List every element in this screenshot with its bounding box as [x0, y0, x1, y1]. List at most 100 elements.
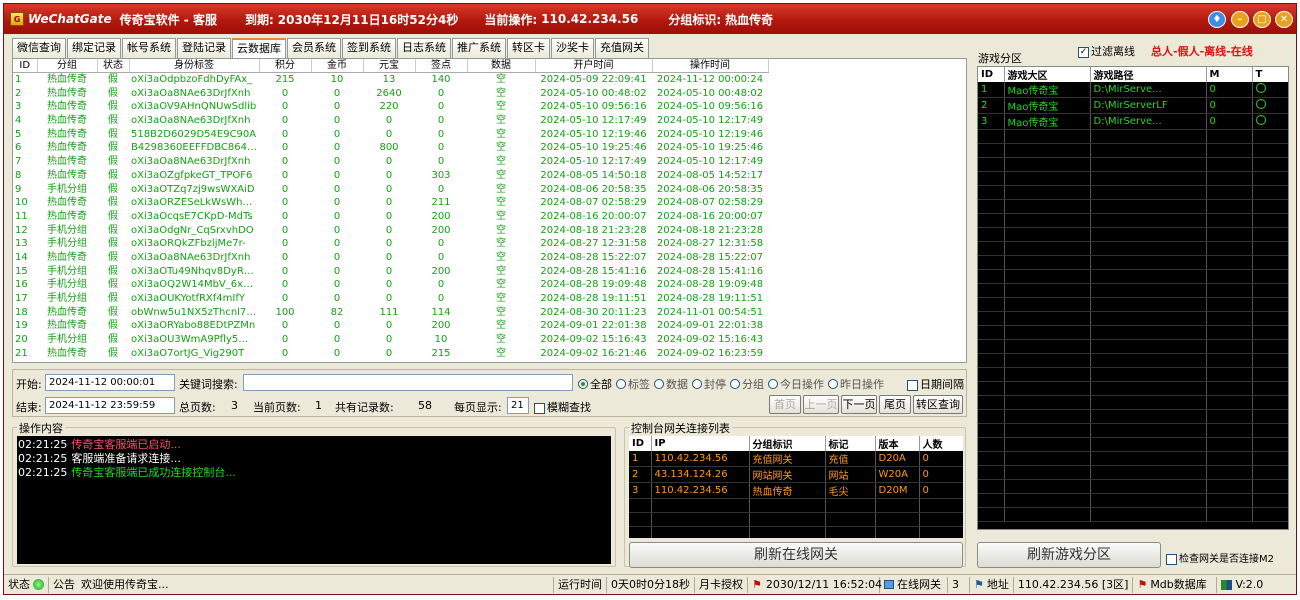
- last-page-button[interactable]: 尾页: [879, 395, 911, 414]
- grid-column-header[interactable]: 元宝: [363, 59, 416, 74]
- minimize-button[interactable]: –: [1231, 11, 1249, 28]
- table-cell: 0: [385, 156, 393, 168]
- prev-page-button[interactable]: 上一页: [803, 395, 839, 414]
- zone-row[interactable]: 2 Mao传奇宝 D:\MirServerLF 0: [978, 97, 1288, 114]
- tab-10[interactable]: 沙奖卡: [551, 38, 594, 58]
- table-row[interactable]: 19 热血传奇 假 oXi3aORYabo88EDtPZMn 0 0 0 200 空 2024-0…: [13, 319, 768, 333]
- grid-column-header[interactable]: 金币: [311, 59, 364, 74]
- table-cell: 800: [379, 142, 399, 154]
- table-row[interactable]: 13 手机分组 假 oXi3aORQkZFbzljMe7r- 0 0 0 0 空 2024-08-…: [13, 237, 768, 251]
- log-title: 操作内容: [17, 420, 65, 436]
- table-row[interactable]: 18 热血传奇 假 obWnw5u1NX5zThcnl7Tw 100 82 111 114 空 2…: [13, 305, 768, 319]
- tab-1[interactable]: 绑定记录: [67, 38, 121, 58]
- gateway-column-header[interactable]: 分组标识: [749, 436, 826, 451]
- tab-3[interactable]: 登陆记录: [177, 38, 231, 58]
- tab-6[interactable]: 签到系统: [342, 38, 396, 58]
- table-cell: 2024-05-10 00:48:02: [656, 87, 764, 99]
- first-page-button[interactable]: 首页: [769, 395, 801, 414]
- table-row[interactable]: 7 热血传奇 假 oXi3aOa8NAe63DrJfXnh 0 0 0 0 空 2024-05-1…: [13, 155, 768, 169]
- grid-column-header[interactable]: 数据: [467, 59, 536, 74]
- filter-radio-2[interactable]: 数据: [654, 376, 688, 392]
- tab-5[interactable]: 会员系统: [287, 38, 341, 58]
- table-cell: 0: [333, 265, 341, 277]
- grid-column-header[interactable]: 操作时间: [652, 59, 769, 74]
- table-row[interactable]: 5 热血传奇 假 518B2D6029D54E9C90A 0 0 0 0 空 2024-05-10…: [13, 127, 768, 141]
- per-page-input[interactable]: 21: [507, 397, 529, 414]
- filter-radio-0[interactable]: 全部: [578, 376, 612, 392]
- gateway-row[interactable]: 2 43.134.124.26 网站网关 网站 W20A 0: [629, 466, 963, 483]
- tab-0[interactable]: 微信查询: [12, 38, 66, 58]
- table-row[interactable]: 3 热血传奇 假 oXi3aOV9AHnQNUwSdlib 0 0 220 0 空 2024-05…: [13, 100, 768, 114]
- zone-row[interactable]: 1 Mao传奇宝 D:\MirServe... 0: [978, 82, 1288, 98]
- table-row[interactable]: 1 热血传奇 假 oXi3aOdpbzoFdhDyFAx_ 215 10 13 140 空 202…: [13, 73, 768, 87]
- end-date-input[interactable]: 2024-11-12 23:59:59: [45, 397, 175, 414]
- grid-column-header[interactable]: 分组: [37, 59, 98, 74]
- records-value: 58: [418, 399, 432, 412]
- gateway-column-header[interactable]: ID: [629, 436, 652, 451]
- next-page-button[interactable]: 下一页: [841, 395, 877, 414]
- close-button[interactable]: ✕: [1275, 11, 1293, 28]
- keyword-input[interactable]: [243, 374, 573, 391]
- table-row[interactable]: 8 热血传奇 假 oXi3aOZgfpkeGT_TPOF6 0 0 0 303 空 2024-08…: [13, 169, 768, 183]
- gateway-row[interactable]: 3 110.42.234.56 热血传奇 毛尖 D20M 0: [629, 482, 963, 499]
- refresh-gateway-button[interactable]: 刷新在线网关: [629, 542, 963, 568]
- title-bar: G WeChatGate 传奇宝软件 - 客服 到期: 2030年12月11日1…: [4, 4, 1296, 34]
- gateway-column-header[interactable]: 标记: [825, 436, 876, 451]
- tab-7[interactable]: 日志系统: [397, 38, 451, 58]
- gateway-column-header[interactable]: 人数: [919, 436, 963, 451]
- check-gateway-checkbox[interactable]: 检查网关是否连接M2: [1166, 550, 1274, 565]
- table-row[interactable]: 2 热血传奇 假 oXi3aOa8NAe63DrJfXnh 0 0 2640 0 空 2024-0…: [13, 86, 768, 100]
- table-row[interactable]: 16 手机分组 假 oXi3aOQ2W14MbV_6xh82 0 0 0 0 空 2024-08-…: [13, 278, 768, 292]
- grid-column-header[interactable]: 身份标签: [129, 59, 260, 74]
- gateway-row[interactable]: 1 110.42.234.56 充值网关 充值 D20A 0: [629, 451, 963, 467]
- filter-radio-1[interactable]: 标签: [616, 376, 650, 392]
- filter-radio-5[interactable]: 今日操作: [768, 376, 824, 392]
- table-row[interactable]: 9 手机分组 假 oXi3aOTZq7zj9wsWXAiD 0 0 0 0 空 2024-08-0…: [13, 182, 768, 196]
- table-cell: 假: [108, 101, 118, 113]
- table-row[interactable]: 11 热血传奇 假 oXi3aOcqsE7CKpD-MdTs 0 0 0 200 空 2024-0…: [13, 210, 768, 224]
- grid-column-header[interactable]: 签点: [415, 59, 468, 74]
- grid-column-header[interactable]: 积分: [259, 59, 312, 74]
- tab-9[interactable]: 转区卡: [507, 38, 550, 58]
- table-row[interactable]: 10 热血传奇 假 oXi3aORZESeLkWsWh_N3 0 0 0 211 空 2024-0…: [13, 196, 768, 210]
- zone-column-header[interactable]: M: [1206, 67, 1253, 82]
- skin-icon[interactable]: ♦: [1208, 11, 1226, 28]
- tab-2[interactable]: 帐号系统: [122, 38, 176, 58]
- table-row[interactable]: 17 手机分组 假 oXi3aOUKYotfRXf4mIfY 0 0 0 0 空 2024-08-…: [13, 292, 768, 306]
- filter-radio-4[interactable]: 分组: [730, 376, 764, 392]
- tab-8[interactable]: 推广系统: [452, 38, 506, 58]
- zone-column-header[interactable]: 游戏路径: [1090, 67, 1207, 82]
- tab-11[interactable]: 充值网关: [595, 38, 649, 58]
- gateway-column-header[interactable]: IP: [651, 436, 750, 451]
- grid-column-header[interactable]: 状态: [97, 59, 130, 74]
- refresh-zones-button[interactable]: 刷新游戏分区: [977, 542, 1161, 568]
- fuzzy-search-checkbox[interactable]: 模糊查找: [534, 399, 591, 415]
- grid-column-header[interactable]: ID: [13, 59, 38, 74]
- table-cell: 0: [333, 224, 341, 236]
- table-cell: 303: [431, 169, 451, 181]
- table-row[interactable]: 14 热血传奇 假 oXi3aOa8NAe63DrJfXnh 0 0 0 0 空 2024-08-…: [13, 251, 768, 265]
- filter-radio-3[interactable]: 封停: [692, 376, 726, 392]
- gateway-cell: 充值网关: [749, 451, 826, 467]
- zone-column-header[interactable]: T: [1252, 67, 1288, 82]
- table-row[interactable]: 20 手机分组 假 oXi3aOU3WmA9Pfly5Wz9 0 0 0 10 空 2024-09…: [13, 333, 768, 347]
- zone-cell: Mao传奇宝: [1004, 113, 1091, 130]
- table-row[interactable]: 4 热血传奇 假 oXi3aOa8NAe63DrJfXnh 0 0 0 0 空 2024-05-1…: [13, 114, 768, 128]
- grid-column-header[interactable]: 开户时间: [535, 59, 653, 74]
- filter-offline-checkbox[interactable]: ✓ 过滤离线: [1078, 43, 1135, 59]
- table-row[interactable]: 12 手机分组 假 oXi3aOdgNr_CqSrxvhDO 0 0 0 200 空 2024-0…: [13, 223, 768, 237]
- table-row[interactable]: 6 热血传奇 假 B4298360EEFFDBC86483 0 0 800 0 空 2024-05…: [13, 141, 768, 155]
- zone-column-header[interactable]: 游戏大区: [1004, 67, 1091, 82]
- zone-column-header[interactable]: ID: [978, 67, 1005, 82]
- maximize-button[interactable]: □: [1253, 11, 1271, 28]
- tab-4[interactable]: 云数据库: [232, 38, 286, 58]
- date-interval-checkbox[interactable]: 日期间隔: [907, 376, 964, 392]
- table-row[interactable]: 21 热血传奇 假 oXi3aO7ortJG_Vig290T 0 0 0 215 空 2024-0…: [13, 346, 768, 360]
- zone-query-button[interactable]: 转区查询: [913, 395, 963, 414]
- gateway-column-header[interactable]: 版本: [875, 436, 920, 451]
- filter-radio-6[interactable]: 昨日操作: [828, 376, 884, 392]
- table-row[interactable]: 15 手机分组 假 oXi3aOTu49Nhqv8DyROY 0 0 0 200 空 2024-0…: [13, 264, 768, 278]
- start-date-input[interactable]: 2024-11-12 00:00:01: [45, 374, 175, 391]
- table-cell: 假: [108, 320, 118, 332]
- zone-row[interactable]: 3 Mao传奇宝 D:\MirServe... 0: [978, 113, 1288, 130]
